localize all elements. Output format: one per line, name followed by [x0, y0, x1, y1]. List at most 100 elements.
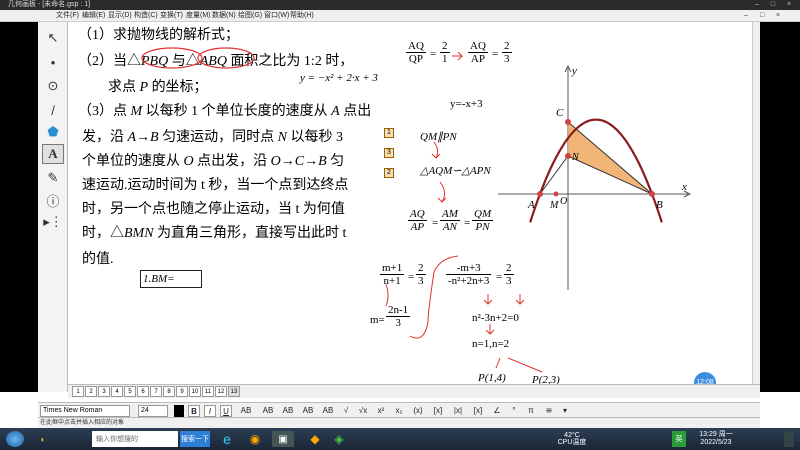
format-button[interactable]: AB	[320, 405, 336, 417]
format-button[interactable]: [x]	[470, 405, 486, 417]
format-button[interactable]: ≅	[542, 405, 556, 417]
menu-measure[interactable]: 度量(M)	[186, 10, 211, 22]
temperature-readout: 42°C CPU温度	[557, 432, 587, 446]
page-tab[interactable]: 4	[111, 386, 123, 397]
taskbar: ◐ 输入你想搜的 搜索一下 e ◉ ▣ ◆ ◈ 42°C CPU温度 英 13:2…	[0, 428, 800, 450]
page-tab[interactable]: 9	[176, 386, 188, 397]
app-window: 几何画板 - [未命名.gsp : 1] – □ × 文件(F) 编辑(E) 显…	[0, 0, 800, 450]
point-a	[537, 191, 543, 197]
page-tab[interactable]: 3	[98, 386, 110, 397]
ppt-icon[interactable]: ◆	[306, 431, 324, 447]
point-m	[553, 191, 559, 197]
info-tool-icon[interactable]: ⓘ	[42, 190, 64, 210]
hamster-app-icon[interactable]: ◐	[30, 431, 56, 447]
doc-close-button[interactable]: ×	[776, 10, 780, 22]
label-c: C	[556, 107, 564, 119]
label-o: O	[560, 196, 567, 207]
page-tab[interactable]: 10	[189, 386, 201, 397]
ime-indicator[interactable]: 英	[672, 431, 686, 447]
page-tab[interactable]: 13	[228, 386, 240, 397]
menu-window[interactable]: 窗口(W)	[264, 10, 289, 22]
page-tab[interactable]: 1	[72, 386, 84, 397]
label-a: A	[527, 199, 535, 211]
compass-tool-icon[interactable]: ⊙	[42, 76, 64, 96]
menu-file[interactable]: 文件(F)	[56, 10, 79, 22]
format-button[interactable]: AB	[280, 405, 296, 417]
line-tool-icon[interactable]: /	[42, 100, 64, 120]
format-button[interactable]: ▾	[560, 405, 570, 417]
media-player-icon[interactable]: ◉	[246, 431, 264, 447]
taskbar-search-input[interactable]: 输入你想搜的	[92, 431, 178, 447]
menu-help[interactable]: 帮助(H)	[290, 10, 314, 22]
format-button[interactable]: °	[508, 405, 520, 417]
menu-edit[interactable]: 编辑(E)	[82, 10, 105, 22]
ie-icon[interactable]: e	[218, 431, 236, 447]
menu-data[interactable]: 数据(N)	[212, 10, 236, 22]
format-button[interactable]: AB	[236, 405, 256, 417]
page-tab[interactable]: 12	[215, 386, 227, 397]
menu-transform[interactable]: 变换(T)	[160, 10, 183, 22]
marker-tool-icon[interactable]: ✎	[42, 168, 64, 188]
label-b: B	[656, 199, 663, 211]
sketch-canvas[interactable]: （1）求抛物线的解析式； （2）当△PBQ 与△ABQ 面积之比为 1:2 时，…	[68, 22, 760, 384]
format-button[interactable]: U	[220, 405, 232, 417]
page-tab[interactable]: 2	[85, 386, 97, 397]
doc-restore-button[interactable]: □	[760, 10, 764, 22]
minimize-button[interactable]: –	[752, 0, 762, 10]
page-tab[interactable]: 7	[150, 386, 162, 397]
format-button[interactable]: AB	[260, 405, 276, 417]
start-button-icon[interactable]	[6, 431, 24, 447]
custom-tool-icon[interactable]: ▸⋮	[42, 212, 64, 232]
font-size-select[interactable]: 24	[138, 405, 168, 417]
menu-display[interactable]: 显示(D)	[108, 10, 132, 22]
doc-minimize-button[interactable]: –	[744, 10, 748, 22]
menu-graph[interactable]: 绘图(G)	[238, 10, 262, 22]
curve-mark-1	[409, 255, 459, 339]
left-black-margin	[0, 22, 38, 392]
format-button[interactable]: |x|	[450, 405, 466, 417]
font-family-select[interactable]: Times New Roman	[40, 405, 130, 417]
page-tab[interactable]: 5	[124, 386, 136, 397]
color-swatch[interactable]	[174, 405, 184, 417]
show-desktop-button[interactable]	[784, 431, 794, 447]
label-m: M	[549, 200, 559, 211]
page-tab[interactable]: 8	[163, 386, 175, 397]
text-tool-icon[interactable]: A	[42, 144, 64, 164]
right-black-margin	[760, 22, 800, 392]
menu-bar: 文件(F) 编辑(E) 显示(D) 构造(C) 变换(T) 度量(M) 数据(N…	[0, 10, 800, 22]
maximize-button[interactable]: □	[768, 0, 778, 10]
text-format-bar: Times New Roman 24 B I U AB AB AB AB AB √ √x x² x₂ (…	[38, 402, 760, 418]
point-tool-icon[interactable]: •	[42, 52, 64, 72]
page-tabs-bar: 1 2 3 4 5 6 7 8 9 10 11 12 13	[68, 384, 760, 398]
point-c	[565, 119, 571, 125]
vertical-scrollbar[interactable]	[752, 22, 760, 384]
page-tab[interactable]: 6	[137, 386, 149, 397]
format-button[interactable]: π	[524, 405, 538, 417]
geometry-app-taskbar-icon[interactable]: ▣	[272, 431, 294, 447]
title-bar: 几何画板 - [未命名.gsp : 1] – □ ×	[0, 0, 800, 10]
arrow-tool-icon[interactable]: ↖	[42, 28, 64, 48]
arrow-mark-2	[431, 141, 441, 159]
format-button[interactable]: x₂	[392, 405, 406, 417]
parabola-graph[interactable]: C N A M O B x y	[68, 22, 760, 384]
format-button[interactable]: AB	[300, 405, 316, 417]
format-button[interactable]: (x)	[410, 405, 426, 417]
polygon-tool-icon[interactable]: ⬟	[42, 122, 64, 142]
format-button[interactable]: [x]	[430, 405, 446, 417]
app-icon-green[interactable]: ◈	[330, 431, 348, 447]
format-button[interactable]: B	[188, 405, 200, 417]
arrow-mark-3	[437, 181, 447, 203]
format-button[interactable]: √	[340, 405, 352, 417]
format-button[interactable]: √x	[356, 405, 370, 417]
taskbar-search-button[interactable]: 搜索一下	[180, 431, 210, 447]
close-button[interactable]: ×	[784, 0, 794, 10]
page-tab[interactable]: 11	[202, 386, 214, 397]
format-button[interactable]: I	[204, 405, 216, 417]
window-title: 几何画板 - [未命名.gsp : 1]	[8, 1, 91, 8]
taskbar-clock: 13:29 周一 2022/5/23	[699, 431, 733, 446]
menu-construct[interactable]: 构造(C)	[134, 10, 158, 22]
label-n: N	[571, 152, 580, 163]
point-n	[565, 153, 571, 159]
format-button[interactable]: x²	[374, 405, 388, 417]
format-button[interactable]: ∠	[490, 405, 504, 417]
